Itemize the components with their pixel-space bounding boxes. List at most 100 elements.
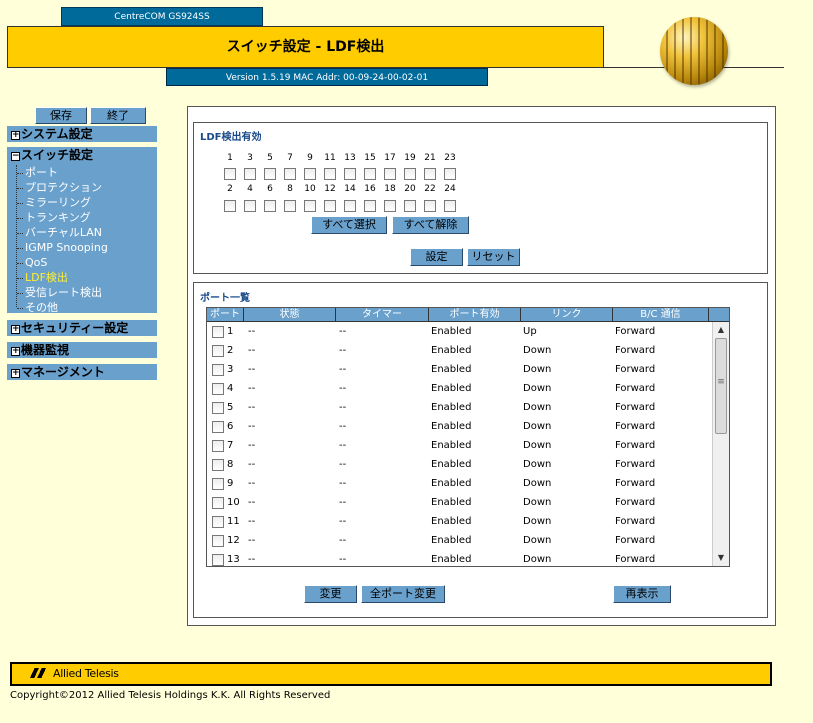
cell-link: Down xyxy=(523,402,552,413)
row-checkbox[interactable] xyxy=(212,515,224,528)
cell-link: Down xyxy=(523,345,552,356)
column-header: ポート xyxy=(207,308,244,321)
port-number: 5 xyxy=(267,153,273,163)
nav-item-ldf[interactable]: LDF検出 xyxy=(17,270,157,285)
ldf-port-checkbox[interactable] xyxy=(284,168,296,180)
row-checkbox[interactable] xyxy=(212,534,224,547)
nav-item-qos[interactable]: QoS xyxy=(17,255,157,270)
ldf-port-checkbox[interactable] xyxy=(244,200,256,212)
nav-security-settings[interactable]: +セキュリティー設定 xyxy=(7,320,157,336)
ldf-port-checkbox[interactable] xyxy=(344,200,356,212)
exit-button[interactable]: 終了 xyxy=(90,107,146,124)
ldf-port-checkbox[interactable] xyxy=(424,200,436,212)
nav-management[interactable]: +マネージメント xyxy=(7,364,157,380)
ldf-port-checkbox[interactable] xyxy=(224,168,236,180)
clear-all-button[interactable]: すべて解除 xyxy=(392,216,469,234)
odd-port-checkboxes xyxy=(220,168,460,180)
scroll-down-arrow-icon[interactable]: ▼ xyxy=(713,550,729,566)
version-info: Version 1.5.19 MAC Addr: 00-09-24-00-02-… xyxy=(166,68,488,86)
cell-link: Down xyxy=(523,554,552,565)
row-checkbox[interactable] xyxy=(212,382,224,395)
ldf-enable-section: LDF検出有効 1 3 5 7 9 11 13 15 17 19 21 23 2 4 6 8 10 12 14 16… xyxy=(193,122,768,274)
cell-port: 8 xyxy=(227,459,234,470)
nav-switch-settings[interactable]: −スイッチ設定 xyxy=(7,147,157,163)
ldf-port-checkbox[interactable] xyxy=(244,168,256,180)
ldf-port-checkbox[interactable] xyxy=(404,168,416,180)
apply-button[interactable]: 設定 xyxy=(410,248,463,266)
select-all-button[interactable]: すべて選択 xyxy=(311,216,387,234)
ldf-port-checkbox[interactable] xyxy=(284,200,296,212)
cell-link: Down xyxy=(523,440,552,451)
cell-timer: -- xyxy=(339,440,347,451)
ldf-port-checkbox[interactable] xyxy=(364,168,376,180)
nav-item-rx-rate[interactable]: 受信レート検出 xyxy=(17,285,157,300)
cell-bc-traffic: Forward xyxy=(615,478,656,489)
nav-item-vlan[interactable]: バーチャルLAN xyxy=(17,225,157,240)
table-row: 10 -- -- Enabled Down Forward xyxy=(207,493,729,512)
ldf-port-checkbox[interactable] xyxy=(384,200,396,212)
ldf-port-checkbox[interactable] xyxy=(384,168,396,180)
ldf-port-checkbox[interactable] xyxy=(444,168,456,180)
ldf-port-checkbox[interactable] xyxy=(304,200,316,212)
nav-item-other[interactable]: その他 xyxy=(17,300,157,315)
cell-port-enabled: Enabled xyxy=(431,383,472,394)
change-button[interactable]: 変更 xyxy=(304,585,357,603)
nav-device-monitor[interactable]: +機器監視 xyxy=(7,342,157,358)
nav-system-settings[interactable]: +システム設定 xyxy=(7,126,157,142)
ldf-port-checkbox[interactable] xyxy=(304,168,316,180)
table-scrollbar[interactable]: ▲ ▼ xyxy=(712,322,729,566)
expand-icon: + xyxy=(11,130,20,140)
ldf-port-checkbox[interactable] xyxy=(224,200,236,212)
row-checkbox[interactable] xyxy=(212,553,224,566)
even-port-checkboxes xyxy=(220,200,460,212)
cell-bc-traffic: Forward xyxy=(615,402,656,413)
port-number: 10 xyxy=(304,184,316,194)
reset-button[interactable]: リセット xyxy=(467,248,520,266)
ldf-port-checkbox[interactable] xyxy=(264,200,276,212)
change-all-ports-button[interactable]: 全ポート変更 xyxy=(361,585,445,603)
port-number: 6 xyxy=(267,184,273,194)
row-checkbox[interactable] xyxy=(212,439,224,452)
cell-link: Down xyxy=(523,497,552,508)
cell-bc-traffic: Forward xyxy=(615,326,656,337)
nav-item-igmp-snooping[interactable]: IGMP Snooping xyxy=(17,240,157,255)
ldf-port-checkbox[interactable] xyxy=(444,200,456,212)
row-checkbox[interactable] xyxy=(212,325,224,338)
expand-icon: + xyxy=(11,324,20,334)
save-button[interactable]: 保存 xyxy=(35,107,87,124)
nav-item-port[interactable]: ポート xyxy=(17,165,157,180)
nav-item-protection[interactable]: プロテクション xyxy=(17,180,157,195)
row-checkbox[interactable] xyxy=(212,401,224,414)
scroll-up-arrow-icon[interactable]: ▲ xyxy=(713,322,729,338)
cell-status: -- xyxy=(248,440,256,451)
nav-item-trunking[interactable]: トランキング xyxy=(17,210,157,225)
row-checkbox[interactable] xyxy=(212,477,224,490)
cell-port-enabled: Enabled xyxy=(431,535,472,546)
ldf-port-checkbox[interactable] xyxy=(364,200,376,212)
ldf-port-checkbox[interactable] xyxy=(404,200,416,212)
table-row: 12 -- -- Enabled Down Forward xyxy=(207,531,729,550)
ldf-port-checkbox[interactable] xyxy=(264,168,276,180)
row-checkbox[interactable] xyxy=(212,496,224,509)
row-checkbox[interactable] xyxy=(212,420,224,433)
row-checkbox[interactable] xyxy=(212,458,224,471)
ldf-port-checkbox[interactable] xyxy=(424,168,436,180)
ldf-port-checkbox[interactable] xyxy=(324,168,336,180)
row-checkbox[interactable] xyxy=(212,363,224,376)
port-number: 18 xyxy=(384,184,396,194)
port-number: 20 xyxy=(404,184,416,194)
port-number: 7 xyxy=(287,153,293,163)
ldf-port-checkbox[interactable] xyxy=(324,200,336,212)
scroll-thumb[interactable] xyxy=(715,338,727,434)
cell-port: 9 xyxy=(227,478,234,489)
port-number: 1 xyxy=(227,153,233,163)
cell-status: -- xyxy=(248,402,256,413)
nav-item-mirroring[interactable]: ミラーリング xyxy=(17,195,157,210)
cell-status: -- xyxy=(248,497,256,508)
ldf-port-checkbox[interactable] xyxy=(344,168,356,180)
cell-timer: -- xyxy=(339,478,347,489)
cell-bc-traffic: Forward xyxy=(615,554,656,565)
refresh-button[interactable]: 再表示 xyxy=(613,585,671,603)
cell-bc-traffic: Forward xyxy=(615,459,656,470)
row-checkbox[interactable] xyxy=(212,344,224,357)
